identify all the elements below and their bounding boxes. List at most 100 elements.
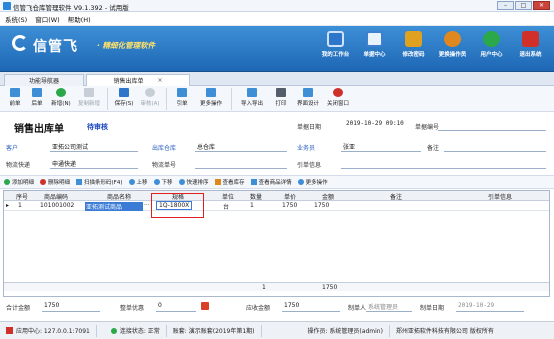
copy-icon — [84, 88, 94, 97]
app-banner: 信管飞 · 精细化管理软件 我的工作台 单据中心 修改密码 更换操作员 用户中心… — [0, 26, 554, 72]
topnav-workbench[interactable]: 我的工作台 — [316, 28, 355, 70]
discount-field[interactable]: 0 — [158, 302, 162, 309]
add-detail-button[interactable]: 添加明细 — [4, 178, 34, 186]
col-name[interactable]: 商品名称 — [107, 192, 131, 201]
make-date-value: 2019-10-29 — [458, 302, 495, 309]
view-product-detail-button[interactable]: 查看商品详情 — [250, 178, 292, 186]
save-button[interactable]: 保存(S) — [111, 86, 137, 107]
maximize-button[interactable]: □ — [515, 1, 532, 10]
date-field[interactable]: 2019-10-29 09:10 — [346, 120, 412, 129]
quick-sort-button[interactable]: 快速排序 — [178, 178, 209, 186]
lock-icon — [405, 31, 422, 47]
calculator-icon[interactable] — [201, 302, 209, 310]
brand-name: 信管飞 — [33, 39, 78, 55]
doc-no-field[interactable] — [438, 130, 546, 131]
menu-help[interactable]: 帮助(H) — [68, 14, 91, 24]
brand-tagline: · 精细化管理软件 — [97, 41, 155, 50]
express-field[interactable]: 申通快递 — [52, 159, 76, 168]
toolbar-divider — [107, 88, 108, 110]
reference-button[interactable]: 引单 — [170, 86, 194, 107]
user-icon — [444, 31, 461, 47]
app-icon — [3, 2, 11, 10]
view-stock-button[interactable]: 查看库存 — [214, 178, 245, 186]
tracking-field[interactable] — [195, 168, 287, 169]
make-date-underline — [456, 311, 524, 312]
table-row[interactable]: ▸ 1 101001002 亚拓测试商品 ··· 1Q-1800X 台 1 17… — [4, 201, 549, 211]
scan-barcode-button[interactable]: 扫描条形码(F4) — [76, 178, 123, 186]
reference-info-label: 引单信息 — [297, 162, 322, 169]
close-window-button[interactable]: ✕ — [533, 1, 550, 10]
customer-label: 客户 — [6, 145, 19, 152]
maker-underline — [366, 311, 412, 312]
prev-doc-button[interactable]: 前单 — [4, 86, 26, 107]
more-detail-actions-button[interactable]: 更多操作 — [297, 178, 328, 186]
menu-window[interactable]: 窗口(W) — [35, 14, 60, 24]
monitor-icon — [327, 31, 344, 47]
receivable-underline — [282, 311, 340, 312]
close-tab-button[interactable]: 关闭窗口 — [323, 86, 353, 107]
col-price[interactable]: 单价 — [284, 192, 296, 201]
window-title: 信管飞仓库管理软件 V9.1.392 - 试用版 — [13, 4, 129, 12]
sort-icon — [178, 179, 185, 185]
cell-name[interactable]: 亚拓测试商品 — [85, 202, 143, 211]
cell-price[interactable]: 1750 — [282, 202, 297, 209]
ellipsis-icon[interactable]: ··· — [144, 202, 150, 209]
col-code[interactable]: 商品编码 — [44, 192, 68, 201]
topnav-doc-center[interactable]: 单据中心 — [355, 28, 394, 70]
doc-no-label: 单据编号 — [415, 124, 440, 131]
warehouse-label: 出库仓库 — [152, 145, 177, 152]
receivable-value: 1750 — [284, 302, 300, 309]
power-icon — [522, 31, 539, 47]
cell-qty[interactable]: 1 — [250, 202, 254, 209]
warehouse-field[interactable]: 总仓库 — [197, 142, 215, 151]
close-icon — [333, 88, 343, 97]
menu-system[interactable]: 系统(S) — [5, 14, 27, 24]
topnav-exit[interactable]: 退出系统 — [511, 28, 550, 70]
detail-grid: 序号 商品编码 商品名称 规格 单位 数量 单价 金额 备注 引单信息 ▸ 1 … — [3, 190, 550, 297]
move-up-button[interactable]: 上移 — [128, 178, 148, 186]
date-label: 单据日期 — [297, 124, 322, 131]
receivable-label: 应收金额 — [246, 305, 271, 312]
cell-unit[interactable]: 台 — [223, 202, 229, 211]
copyright: 郑州亚拓软件科技有限公司 版权所有 — [395, 328, 494, 335]
next-doc-button[interactable]: 后单 — [26, 86, 48, 107]
tab-function-navigator[interactable]: 功能导航器 — [4, 74, 84, 86]
customer-field[interactable]: 亚拓公司测试 — [52, 142, 88, 151]
tab-close-icon[interactable]: × — [157, 77, 162, 84]
col-qty[interactable]: 数量 — [250, 192, 262, 201]
new-button[interactable]: 新增(N) — [48, 86, 74, 107]
delete-detail-button[interactable]: 删除明细 — [40, 178, 70, 186]
cell-code[interactable]: 101001002 — [40, 202, 74, 209]
detail-toolbar: 添加明细 删除明细 扫描条形码(F4) 上移 下移 快速排序 查看库存 查看商品… — [0, 175, 554, 189]
import-export-button[interactable]: 导入导出 — [235, 86, 269, 107]
col-remark[interactable]: 备注 — [390, 192, 402, 201]
print-button[interactable]: 打印 — [269, 86, 293, 107]
col-reference[interactable]: 引单信息 — [488, 192, 512, 201]
col-unit[interactable]: 单位 — [222, 192, 234, 201]
topnav-user-center[interactable]: 用户中心 — [472, 28, 511, 70]
grid-header: 序号 商品编码 商品名称 规格 单位 数量 单价 金额 备注 引单信息 — [4, 191, 549, 201]
move-down-button[interactable]: 下移 — [153, 178, 173, 186]
topnav-switch-operator[interactable]: 更换操作员 — [433, 28, 472, 70]
col-amount[interactable]: 金额 — [322, 192, 334, 201]
col-index[interactable]: 序号 — [16, 192, 28, 201]
remark-field[interactable] — [444, 151, 546, 152]
ui-design-button[interactable]: 界面设计 — [293, 86, 323, 107]
topnav-change-password[interactable]: 修改密码 — [394, 28, 433, 70]
copy-new-button[interactable]: 复制新增 — [74, 86, 104, 107]
globe-icon — [483, 31, 500, 47]
plus-icon — [56, 88, 66, 97]
app-center-status: 应用中心: 127.0.0.1:7091 — [0, 324, 97, 337]
barcode-icon — [76, 179, 83, 185]
link-icon — [177, 88, 187, 97]
minimize-button[interactable]: – — [497, 1, 514, 10]
operator-status: 操作员: 系统管理员(admin) — [302, 324, 390, 337]
maker-label: 制单人 — [348, 305, 367, 312]
salesman-field[interactable]: 张亚 — [343, 142, 355, 151]
printer-icon — [276, 88, 286, 97]
more-actions-button[interactable]: 更多操作 — [194, 86, 228, 107]
cell-amount[interactable]: 1750 — [314, 202, 329, 209]
express-underline — [50, 168, 138, 169]
audit-button[interactable]: 审核(A) — [137, 86, 163, 107]
tab-sales-outbound[interactable]: 销售出库单 × — [86, 74, 190, 86]
